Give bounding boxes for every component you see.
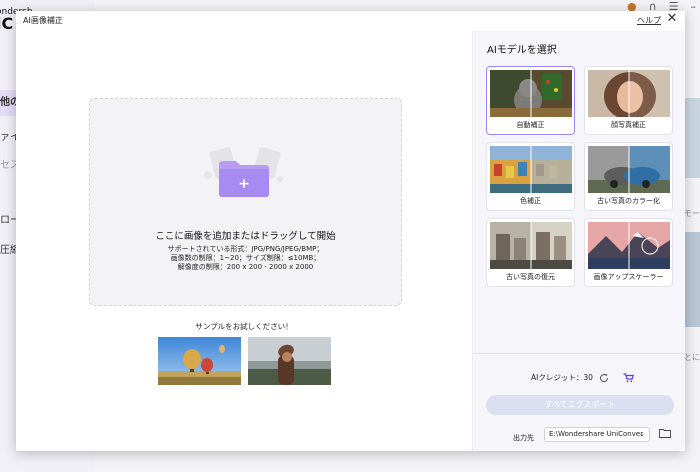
output-label: 出力先 xyxy=(513,434,534,442)
ai-credits: AIクレジット：30 xyxy=(531,372,634,383)
footer-divider xyxy=(473,353,685,354)
model-card-label: 画像アップスケーラー xyxy=(593,273,664,281)
export-all-button[interactable]: すべてエクスポート xyxy=(486,395,674,415)
ai-credits-label: AIクレジット：30 xyxy=(531,373,593,382)
add-folder-icon: + xyxy=(204,147,283,197)
output-path-value: E:\Wondershare UniConver xyxy=(549,430,644,438)
upscaler-preview xyxy=(588,222,670,269)
model-card-image-upscaler[interactable]: 画像アップスケーラー xyxy=(584,218,673,287)
auto-enhance-preview xyxy=(490,70,572,117)
sample-title: サンプルをお試しください！ xyxy=(195,322,293,331)
model-card-label: 古い写真のカラー化 xyxy=(597,197,660,205)
model-card-label: 色補正 xyxy=(520,197,541,205)
supported-formats: サポートされている形式：JPG/PNG/JPEG/BMP； xyxy=(167,245,324,253)
sample-image-balloons[interactable] xyxy=(158,337,241,385)
drop-zone[interactable]: + ここに画像を追加またはドラッグして開始 サポートされている形式：JPG/PN… xyxy=(89,98,402,306)
color-correction-preview xyxy=(490,146,572,193)
minimize-icon[interactable]: – xyxy=(691,0,697,13)
model-card-label: 自動補正 xyxy=(516,121,545,129)
colorize-preview xyxy=(588,146,670,193)
face-enhance-preview xyxy=(588,70,670,117)
ai-image-enhancer-dialog: AI画像補正 ヘルプ ✕ + ここに画像を追加またはドラッグして開始 サポートさ… xyxy=(16,11,685,451)
model-card-color-correction[interactable]: 色補正 xyxy=(486,142,575,211)
background-text: モー xyxy=(684,209,700,218)
model-card-old-photo-restore[interactable]: 古い写真の復元 xyxy=(486,218,575,287)
background-thumbnail xyxy=(685,232,700,327)
model-heading: AIモデルを選択 xyxy=(487,45,557,56)
plus-icon: + xyxy=(238,176,250,192)
chevron-down-icon: ⌄ xyxy=(639,430,645,438)
sample-image-portrait[interactable] xyxy=(248,337,331,385)
model-card-auto-enhance[interactable]: 自動補正 xyxy=(486,66,575,135)
drop-instruction: ここに画像を追加またはドラッグして開始 xyxy=(155,231,336,242)
help-link[interactable]: ヘルプ xyxy=(637,15,661,26)
restore-preview xyxy=(490,222,572,269)
model-pane: AIモデルを選択 自動補正 顔写真補正 色補正 古い写真のカラー化 古い写真の復… xyxy=(472,31,685,451)
model-card-label: 顔写真補正 xyxy=(611,121,646,129)
folder-icon[interactable] xyxy=(659,428,671,438)
resolution-limits: 解像度の制限：200 x 200 - 2000 x 2000 xyxy=(177,263,314,271)
close-button[interactable]: ✕ xyxy=(665,12,679,26)
cart-icon[interactable] xyxy=(623,372,634,383)
model-card-label: 古い写真の復元 xyxy=(506,273,555,281)
model-card-face-enhance[interactable]: 顔写真補正 xyxy=(584,66,673,135)
model-card-old-photo-colorize[interactable]: 古い写真のカラー化 xyxy=(584,142,673,211)
refresh-icon[interactable] xyxy=(599,373,609,383)
background-thumbnail xyxy=(685,98,700,178)
size-limits: 画像数の制限：1~20；サイズ制限：≤10MB； xyxy=(170,254,321,262)
upload-pane: + ここに画像を追加またはドラッグして開始 サポートされている形式：JPG/PN… xyxy=(16,31,472,451)
background-text: とに xyxy=(684,353,700,362)
output-path-select[interactable]: E:\Wondershare UniConver ⌄ xyxy=(544,427,650,442)
dialog-title: AI画像補正 xyxy=(23,16,63,25)
